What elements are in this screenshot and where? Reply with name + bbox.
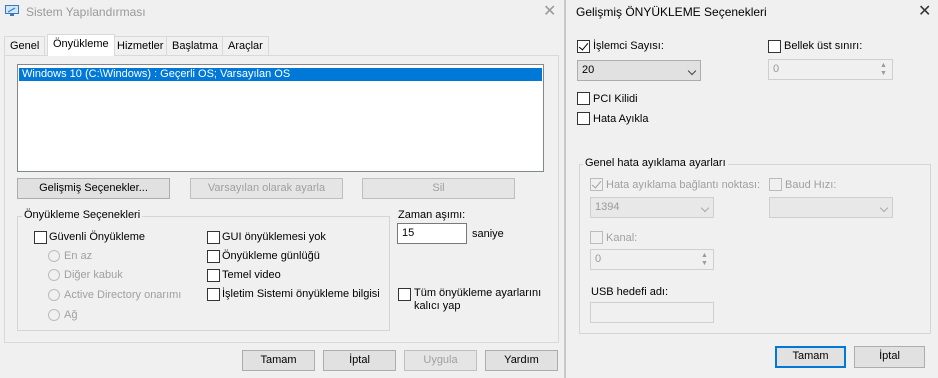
close-icon[interactable]: ✕ — [918, 4, 931, 20]
apply-button[interactable]: Uygula — [404, 350, 477, 371]
dialog-title: Gelişmiş ÖNYÜKLEME Seçenekleri — [576, 5, 767, 19]
safe-boot-checkbox[interactable] — [34, 231, 47, 244]
tab-onyukleme[interactable]: Önyükleme — [47, 34, 115, 56]
debug-settings-group-label: Genel hata ayıklama ayarları — [583, 157, 728, 169]
radio-minimal[interactable] — [48, 250, 60, 262]
base-video-checkbox[interactable] — [207, 269, 220, 282]
timeout-label: Zaman aşımı: — [398, 209, 466, 221]
channel-label: Kanal: — [606, 232, 638, 244]
channel-checkbox[interactable] — [590, 231, 603, 244]
boot-entry-list[interactable]: Windows 10 (C:\Windows) : Geçerli OS; Va… — [17, 64, 544, 172]
help-button[interactable]: Yardım — [485, 350, 558, 371]
boot-entry-row[interactable]: Windows 10 (C:\Windows) : Geçerli OS; Va… — [19, 68, 542, 81]
delete-button[interactable]: Sil — [362, 178, 515, 199]
boot-options-group-label: Önyükleme Seçenekleri — [22, 209, 143, 221]
tab-hizmetler[interactable]: Hizmetler — [111, 36, 170, 56]
pci-lock-label: PCI Kilidi — [593, 93, 638, 105]
baud-rate-checkbox[interactable] — [769, 178, 782, 191]
tab-araclar[interactable]: Araçlar — [222, 36, 269, 56]
window-title: Sistem Yapılandırması — [26, 5, 146, 19]
channel-input[interactable]: 0 ▲ ▼ — [590, 249, 714, 270]
safe-boot-label: Güvenli Önyükleme — [49, 231, 145, 243]
channel-value: 0 — [595, 253, 602, 265]
timeout-unit: saniye — [472, 228, 504, 240]
chevron-down-icon — [879, 203, 889, 213]
radio-minimal-label: En az — [64, 250, 93, 262]
cpu-count-label: İşlemci Sayısı: — [593, 40, 664, 52]
dialog-cancel-button[interactable]: İptal — [854, 346, 925, 368]
radio-network-label: Ağ — [64, 309, 78, 321]
tab-baslatma[interactable]: Başlatma — [166, 36, 224, 56]
os-boot-info-label: İşletim Sistemi önyükleme bilgisi — [222, 288, 380, 300]
cpu-count-value: 20 — [582, 64, 595, 76]
radio-alternate-shell-label: Diğer kabuk — [64, 269, 123, 281]
dialog-ok-button[interactable]: Tamam — [775, 346, 846, 368]
os-boot-info-checkbox[interactable] — [207, 288, 220, 301]
debug-port-select[interactable]: 1394 — [590, 197, 714, 218]
cpu-count-select[interactable]: 20 — [577, 60, 701, 81]
boot-log-label: Önyükleme günlüğü — [222, 250, 320, 262]
app-icon — [5, 5, 19, 16]
radio-alternate-shell[interactable] — [48, 269, 60, 281]
set-default-button[interactable]: Varsayılan olarak ayarla — [190, 178, 343, 199]
base-video-label: Temel video — [222, 269, 281, 281]
usb-target-label: USB hedefi adı: — [591, 286, 669, 298]
radio-ad-repair[interactable] — [48, 289, 60, 301]
no-gui-checkbox[interactable] — [207, 231, 220, 244]
advanced-options-button[interactable]: Gelişmiş Seçenekler... — [17, 178, 170, 199]
spinner-icon[interactable]: ▲ ▼ — [697, 250, 713, 269]
baud-rate-label: Baud Hızı: — [785, 179, 837, 191]
close-icon[interactable]: ✕ — [543, 4, 556, 20]
system-config-window: Sistem Yapılandırması ✕ Genel Önyükleme … — [0, 0, 564, 378]
radio-ad-repair-label: Active Directory onarımı — [64, 289, 182, 301]
cancel-button[interactable]: İptal — [323, 350, 396, 371]
permanent-label: Tüm önyükleme ayarlarını kalıcı yap — [414, 287, 542, 312]
permanent-checkbox[interactable] — [398, 288, 411, 301]
no-gui-label: GUI önyüklemesi yok — [222, 231, 326, 243]
chevron-down-icon — [687, 66, 697, 76]
chevron-down-icon — [700, 203, 710, 213]
max-memory-input[interactable]: 0 ▲ ▼ — [768, 59, 893, 80]
max-memory-label: Bellek üst sınırı: — [784, 40, 863, 52]
debug-port-label: Hata ayıklama bağlantı noktası: — [606, 179, 761, 191]
debug-port-value: 1394 — [595, 201, 620, 213]
ok-button[interactable]: Tamam — [242, 350, 315, 371]
max-memory-value: 0 — [773, 63, 780, 75]
boot-log-checkbox[interactable] — [207, 250, 220, 263]
advanced-boot-options-window: Gelişmiş ÖNYÜKLEME Seçenekleri ✕ İşlemci… — [566, 0, 938, 378]
cpu-count-checkbox[interactable] — [577, 40, 590, 53]
tab-genel[interactable]: Genel — [4, 36, 46, 56]
debug-port-checkbox[interactable] — [590, 178, 603, 191]
usb-target-input[interactable] — [590, 302, 714, 323]
baud-rate-select[interactable] — [769, 197, 893, 218]
radio-network[interactable] — [48, 309, 60, 321]
debug-label: Hata Ayıkla — [593, 113, 649, 125]
timeout-input[interactable]: 15 — [397, 223, 467, 244]
max-memory-checkbox[interactable] — [768, 40, 781, 53]
debug-checkbox[interactable] — [577, 112, 590, 125]
spinner-icon[interactable]: ▲ ▼ — [876, 60, 892, 79]
pci-lock-checkbox[interactable] — [577, 92, 590, 105]
